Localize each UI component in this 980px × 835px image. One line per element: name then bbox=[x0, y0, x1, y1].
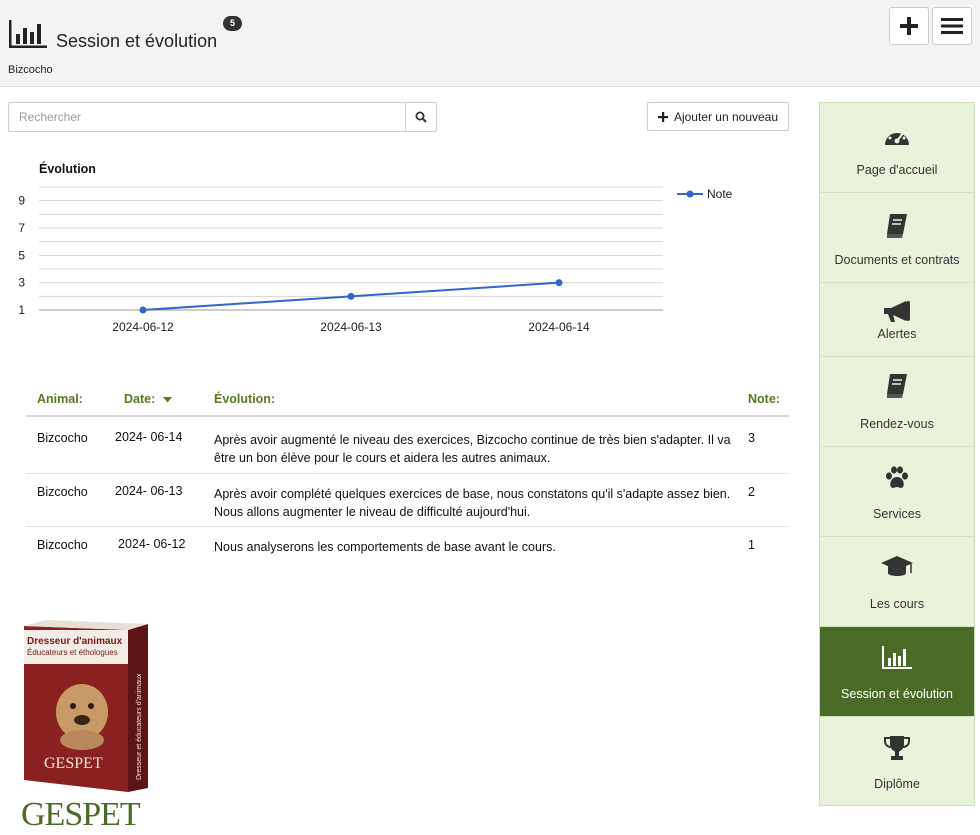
search-button[interactable] bbox=[405, 103, 436, 131]
evolution-table: Animal: Date: Évolution: Note: Bizcocho … bbox=[26, 384, 789, 563]
page-header: Session et évolution 5 Bizcocho bbox=[0, 0, 980, 87]
plus-icon bbox=[657, 111, 668, 122]
cell-date: 2024- 06-12 bbox=[118, 537, 186, 551]
table-row[interactable]: Bizcocho 2024- 06-13 Après avoir complét… bbox=[26, 474, 789, 527]
sidebar-item-label: Page d'accueil bbox=[856, 163, 938, 177]
chart-legend: Note bbox=[677, 187, 733, 201]
evolution-chart: Évolution 13579 2024-06-12 2024-06-13 2024… bbox=[18, 161, 733, 334]
sidebar-item-rendez-vous[interactable]: Rendez-vous bbox=[820, 357, 974, 447]
sidebar-item-services[interactable]: Services bbox=[820, 447, 974, 537]
menu-button[interactable] bbox=[932, 7, 972, 45]
cell-note: 1 bbox=[748, 538, 755, 552]
chart-title: Évolution bbox=[39, 161, 96, 176]
column-header-evolution[interactable]: Évolution: bbox=[214, 392, 275, 406]
table-header: Animal: Date: Évolution: Note: bbox=[26, 384, 789, 417]
sidebar-item-page-accueil[interactable]: Page d'accueil bbox=[820, 103, 974, 193]
search-input[interactable] bbox=[9, 103, 405, 131]
data-point[interactable] bbox=[555, 279, 563, 287]
bar-chart-icon bbox=[882, 646, 912, 669]
y-tick-label: 5 bbox=[18, 248, 25, 262]
sidebar-item-label: Alertes bbox=[877, 327, 917, 341]
add-button[interactable] bbox=[889, 7, 929, 45]
sidebar-item-alertes[interactable]: Alertes bbox=[820, 283, 974, 357]
sidebar-item-les-cours[interactable]: Les cours bbox=[820, 537, 974, 627]
sidebar-item-label: Session et évolution bbox=[841, 687, 953, 701]
column-header-animal[interactable]: Animal: bbox=[37, 392, 83, 406]
add-new-button[interactable]: Ajouter un nouveau bbox=[647, 102, 789, 131]
x-tick-label: 2024-06-12 bbox=[112, 320, 174, 334]
table-row[interactable]: Bizcocho 2024- 06-14 Après avoir augment… bbox=[26, 417, 789, 474]
x-tick-label: 2024-06-13 bbox=[320, 320, 382, 334]
product-box-brand: GESPET bbox=[44, 755, 103, 772]
hamburger-menu-icon bbox=[941, 18, 963, 34]
gespet-logo-text: GESPET bbox=[21, 796, 141, 833]
cell-note: 3 bbox=[748, 431, 755, 445]
product-box-title: Dresseur d'animaux bbox=[27, 636, 123, 647]
sidebar-item-label: Rendez-vous bbox=[860, 417, 934, 431]
product-box-subtitle: Éducateurs et éthologues bbox=[27, 648, 118, 657]
sidebar-item-diplome[interactable]: Diplôme bbox=[820, 717, 974, 807]
column-header-date-label: Date: bbox=[124, 392, 156, 406]
product-box-side-text: Dresseur et éducateurs d'animaux bbox=[136, 673, 143, 780]
sidebar-item-documents[interactable]: Documents et contrats bbox=[820, 193, 974, 283]
cell-animal: Bizcocho bbox=[37, 538, 88, 552]
product-box-image: Dresseur d'animaux Éducateurs et étholog… bbox=[24, 620, 148, 792]
trophy-icon bbox=[884, 736, 910, 760]
add-new-label: Ajouter un nouveau bbox=[673, 109, 779, 124]
book-icon bbox=[887, 214, 907, 238]
x-axis-ticks: 2024-06-12 2024-06-13 2024-06-14 bbox=[112, 320, 590, 334]
sidebar-item-session-evolution[interactable]: Session et évolution bbox=[820, 627, 974, 717]
plus-icon bbox=[900, 17, 918, 35]
y-tick-label: 3 bbox=[18, 276, 25, 290]
data-point[interactable] bbox=[139, 306, 147, 314]
page-title: Session et évolution bbox=[56, 31, 218, 51]
sidebar-item-label: Documents et contrats bbox=[834, 253, 960, 267]
sidebar-item-label: Services bbox=[873, 507, 921, 521]
column-header-date[interactable]: Date: bbox=[124, 392, 172, 406]
animal-name-subtitle: Bizcocho bbox=[8, 64, 53, 76]
count-badge: 5 bbox=[223, 16, 242, 31]
cell-evolution: Après avoir augmenté le niveau des exerc… bbox=[214, 433, 731, 465]
legend-label: Note bbox=[707, 187, 733, 201]
legend-marker bbox=[686, 190, 694, 198]
sidebar-nav: Page d'accueil Documents et contrats Ale… bbox=[819, 102, 975, 806]
graduation-cap-icon bbox=[881, 556, 913, 576]
paw-icon bbox=[886, 466, 908, 488]
x-tick-label: 2024-06-14 bbox=[528, 320, 590, 334]
chart-grid bbox=[39, 186, 663, 311]
column-header-note[interactable]: Note: bbox=[748, 392, 780, 406]
book-icon bbox=[887, 374, 907, 398]
y-axis-ticks: 1 3 5 7 9 bbox=[18, 194, 25, 317]
sort-down-icon bbox=[162, 396, 172, 403]
cell-evolution: Nous analyserons les comportements de ba… bbox=[214, 540, 556, 554]
cell-date: 2024- 06-14 bbox=[115, 430, 183, 444]
cell-animal: Bizcocho bbox=[37, 485, 88, 499]
y-tick-label: 1 bbox=[18, 303, 25, 317]
search-icon bbox=[415, 111, 427, 123]
dashboard-icon bbox=[885, 128, 909, 145]
cell-animal: Bizcocho bbox=[37, 431, 88, 445]
search-box bbox=[8, 102, 437, 132]
cell-evolution: Après avoir complété quelques exercices … bbox=[214, 487, 731, 519]
sidebar-item-label: Les cours bbox=[869, 597, 925, 611]
y-tick-label: 7 bbox=[18, 221, 25, 235]
data-point[interactable] bbox=[347, 292, 355, 300]
cell-note: 2 bbox=[748, 485, 755, 499]
bar-chart-icon bbox=[9, 20, 47, 48]
megaphone-icon bbox=[884, 301, 910, 322]
table-row[interactable]: Bizcocho 2024- 06-12 Nous analyserons le… bbox=[26, 527, 789, 563]
cell-date: 2024- 06-13 bbox=[115, 484, 183, 498]
sidebar-item-label: Diplôme bbox=[874, 777, 920, 791]
y-tick-label: 9 bbox=[18, 194, 25, 208]
